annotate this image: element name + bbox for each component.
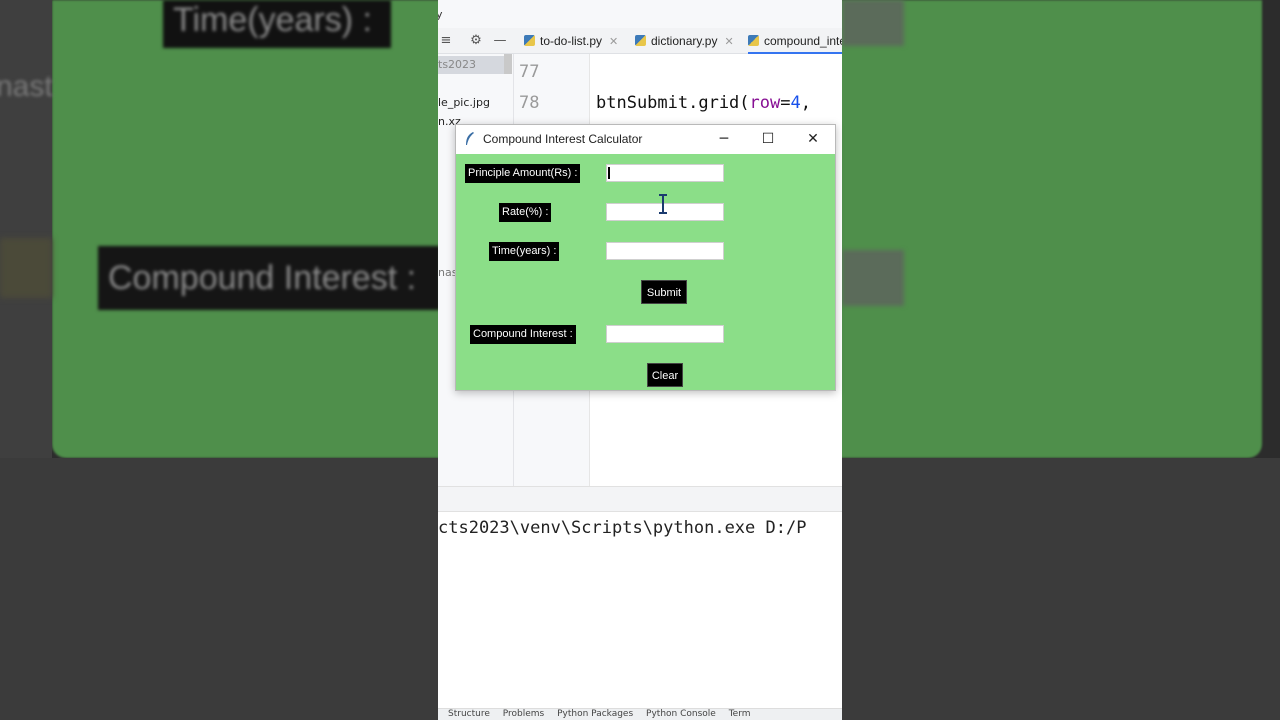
maximize-button[interactable]: ☐ bbox=[746, 125, 790, 154]
python-file-icon bbox=[748, 35, 759, 46]
tool-python-console[interactable]: Python Console bbox=[646, 709, 716, 719]
window-titlebar[interactable]: Compound Interest Calculator ─ ☐ ✕ bbox=[456, 125, 835, 154]
tool-terminal[interactable]: Term bbox=[729, 709, 751, 719]
principal-label: Principle Amount(Rs) : bbox=[465, 164, 581, 183]
text-caret bbox=[608, 167, 610, 179]
tab-label: to-do-list.py bbox=[540, 34, 603, 48]
tool-window-bar: Structure Problems Python Packages Pytho… bbox=[438, 708, 842, 720]
compound-interest-output[interactable] bbox=[606, 325, 724, 343]
clear-button[interactable]: Clear bbox=[647, 363, 683, 387]
code-line: btnSubmit.grid(row=4, bbox=[596, 93, 811, 113]
ide-title-fragment: y bbox=[438, 8, 443, 21]
code-keyword: row bbox=[749, 93, 781, 113]
tool-problems[interactable]: Problems bbox=[503, 709, 544, 719]
calculator-window: Compound Interest Calculator ─ ☐ ✕ Princ… bbox=[455, 124, 836, 391]
run-console[interactable]: cts2023\venv\Scripts\python.exe D:/P bbox=[438, 512, 842, 708]
principal-input[interactable] bbox=[606, 164, 724, 182]
tab-label: compound_inte bbox=[764, 34, 842, 48]
python-file-icon bbox=[635, 35, 646, 46]
bg-left-strip bbox=[0, 0, 52, 458]
tool-structure[interactable]: Structure bbox=[448, 709, 490, 719]
line-number: 78 bbox=[519, 93, 540, 113]
tool-python-packages[interactable]: Python Packages bbox=[557, 709, 633, 719]
code-eq: = bbox=[780, 93, 791, 113]
minimize-button[interactable]: ─ bbox=[702, 125, 746, 154]
feather-icon bbox=[466, 132, 474, 145]
compound-interest-label: Compound Interest : bbox=[470, 325, 576, 344]
bg-compound-label: Compound Interest : bbox=[98, 246, 440, 310]
tab-label: dictionary.py bbox=[651, 34, 718, 48]
bg-block bbox=[842, 250, 904, 306]
bg-block bbox=[842, 0, 904, 46]
time-input[interactable] bbox=[606, 242, 724, 260]
gear-icon[interactable]: ⚙ bbox=[468, 33, 484, 49]
calculator-form: Principle Amount(Rs) : Rate(%) : Time(ye… bbox=[456, 154, 835, 390]
line-number: 77 bbox=[519, 62, 540, 82]
close-tab-icon[interactable]: ✕ bbox=[724, 36, 733, 48]
code-number: 4 bbox=[790, 93, 801, 113]
window-title: Compound Interest Calculator bbox=[483, 132, 643, 146]
scrollbar[interactable] bbox=[504, 54, 512, 74]
video-frame: nast Time(years) : Compound Interest : y… bbox=[0, 0, 1280, 720]
ibeam-cursor-icon bbox=[659, 194, 667, 214]
ide-title-strip: y bbox=[438, 0, 842, 28]
bg-highlight bbox=[0, 238, 52, 298]
python-file-icon bbox=[524, 35, 535, 46]
tab-compound-interest[interactable]: compound_inte bbox=[748, 28, 842, 54]
project-tree-item[interactable]: le_pic.jpg bbox=[438, 96, 490, 109]
rate-label: Rate(%) : bbox=[499, 203, 552, 222]
code-rest: , bbox=[800, 93, 811, 113]
panel-divider[interactable] bbox=[438, 486, 842, 512]
time-label: Time(years) : bbox=[489, 242, 560, 261]
submit-button[interactable]: Submit bbox=[641, 280, 687, 304]
tab-dictionary[interactable]: dictionary.py ✕ bbox=[635, 28, 734, 54]
project-tree-selected-item[interactable]: ts2023 bbox=[438, 56, 504, 74]
tab-to-do-list[interactable]: to-do-list.py ✕ bbox=[524, 28, 618, 54]
bg-time-label: Time(years) : bbox=[163, 0, 391, 48]
console-command: cts2023\venv\Scripts\python.exe D:/P bbox=[438, 518, 807, 538]
close-tab-icon[interactable]: ✕ bbox=[609, 36, 618, 48]
code-fn: btnSubmit.grid( bbox=[596, 93, 750, 113]
minimize-panel-icon[interactable]: — bbox=[492, 33, 508, 49]
collapse-icon[interactable]: ≡ bbox=[438, 33, 454, 49]
editor-tab-bar: ≡ ⚙ — to-do-list.py ✕ dictionary.py ✕ comp… bbox=[438, 28, 842, 54]
bg-side-text: nast bbox=[0, 70, 53, 103]
close-button[interactable]: ✕ bbox=[791, 125, 835, 154]
